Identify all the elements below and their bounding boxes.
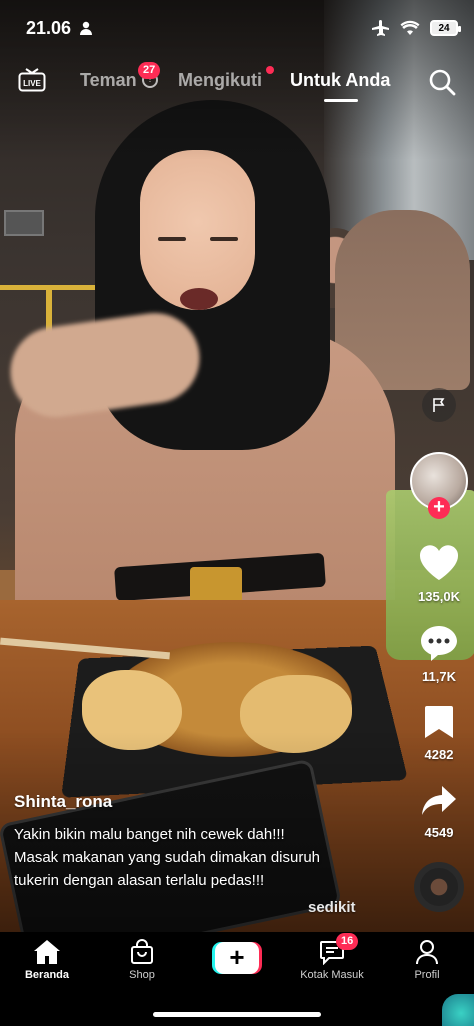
nav-profile-label: Profil (414, 969, 440, 981)
status-time: 21.06 (26, 18, 72, 38)
status-right-icons: 24 (372, 20, 461, 36)
top-nav: LIVE Teman ! 27 Mengikuti Untuk Anda (0, 62, 474, 102)
video-subject-mouth (180, 288, 218, 310)
active-tab-indicator (324, 99, 358, 102)
nav-shop[interactable]: Shop (102, 938, 182, 981)
home-indicator (153, 1012, 321, 1017)
bookmark-icon (425, 706, 453, 738)
comment-icon (421, 626, 457, 661)
friends-badge: 27 (138, 62, 161, 79)
video-subject-belt-buckle (190, 567, 242, 603)
nav-inbox[interactable]: Kotak Masuk (292, 938, 372, 981)
tab-friends[interactable]: Teman (80, 70, 137, 91)
home-icon (34, 940, 60, 964)
svg-text:LIVE: LIVE (23, 79, 41, 88)
tab-following[interactable]: Mengikuti (178, 70, 262, 91)
caption-see-more-link[interactable]: sedikit (308, 899, 356, 916)
inbox-badge: 16 (336, 933, 359, 950)
video-subject-face (140, 150, 255, 310)
battery-level: 24 (438, 22, 450, 34)
nav-profile[interactable]: Profil (387, 938, 467, 981)
nav-home[interactable]: Beranda (7, 938, 87, 981)
battery-icon: 24 (430, 20, 461, 36)
video-subject-eye (158, 237, 186, 241)
share-arrow-icon (422, 786, 456, 815)
like-button[interactable]: 135,0K (409, 544, 469, 604)
floating-app-bubble-icon[interactable] (442, 994, 474, 1026)
video-subject-eye (210, 237, 238, 241)
share-count: 4549 (424, 825, 454, 840)
like-count: 135,0K (418, 589, 460, 604)
nav-home-label: Beranda (24, 969, 70, 981)
user-status-icon (80, 21, 92, 35)
create-button[interactable]: + (212, 942, 262, 974)
save-button[interactable]: 4282 (409, 704, 469, 762)
creator-username[interactable]: Shinta_rona (14, 792, 112, 812)
profile-icon (416, 940, 438, 965)
video-bg-sign (4, 210, 44, 236)
airplane-icon (372, 20, 389, 36)
share-button[interactable]: 4549 (409, 784, 469, 840)
video-caption[interactable]: Yakin bikin malu banget nih cewek dah!!!… (14, 823, 384, 892)
report-flag-button[interactable] (422, 388, 456, 422)
wifi-icon (400, 20, 420, 35)
caption-line: tukerin dengan alasan terlalu pedas!!! (14, 872, 265, 889)
search-icon[interactable] (428, 68, 456, 96)
comment-count: 11,7K (422, 669, 456, 684)
nav-shop-label: Shop (129, 969, 155, 981)
nav-inbox-label: Kotak Masuk (300, 969, 364, 981)
status-bar: 21.06 24 (0, 14, 474, 44)
flag-icon (433, 398, 445, 412)
music-disc-icon[interactable] (414, 862, 464, 912)
shop-bag-icon (131, 939, 153, 964)
follow-plus-button[interactable]: + (428, 497, 450, 519)
create-plus-icon: + (215, 942, 259, 974)
live-icon[interactable]: LIVE (18, 68, 46, 92)
comment-button[interactable]: 11,7K (409, 624, 469, 684)
heart-icon (419, 545, 459, 580)
tab-for-you[interactable]: Untuk Anda (290, 70, 390, 91)
caption-line: Yakin bikin malu banget nih cewek dah!!! (14, 826, 285, 843)
save-count: 4282 (424, 747, 454, 762)
following-notification-dot (266, 66, 274, 74)
caption-line: Masak makanan yang sudah dimakan disuruh (14, 849, 321, 866)
